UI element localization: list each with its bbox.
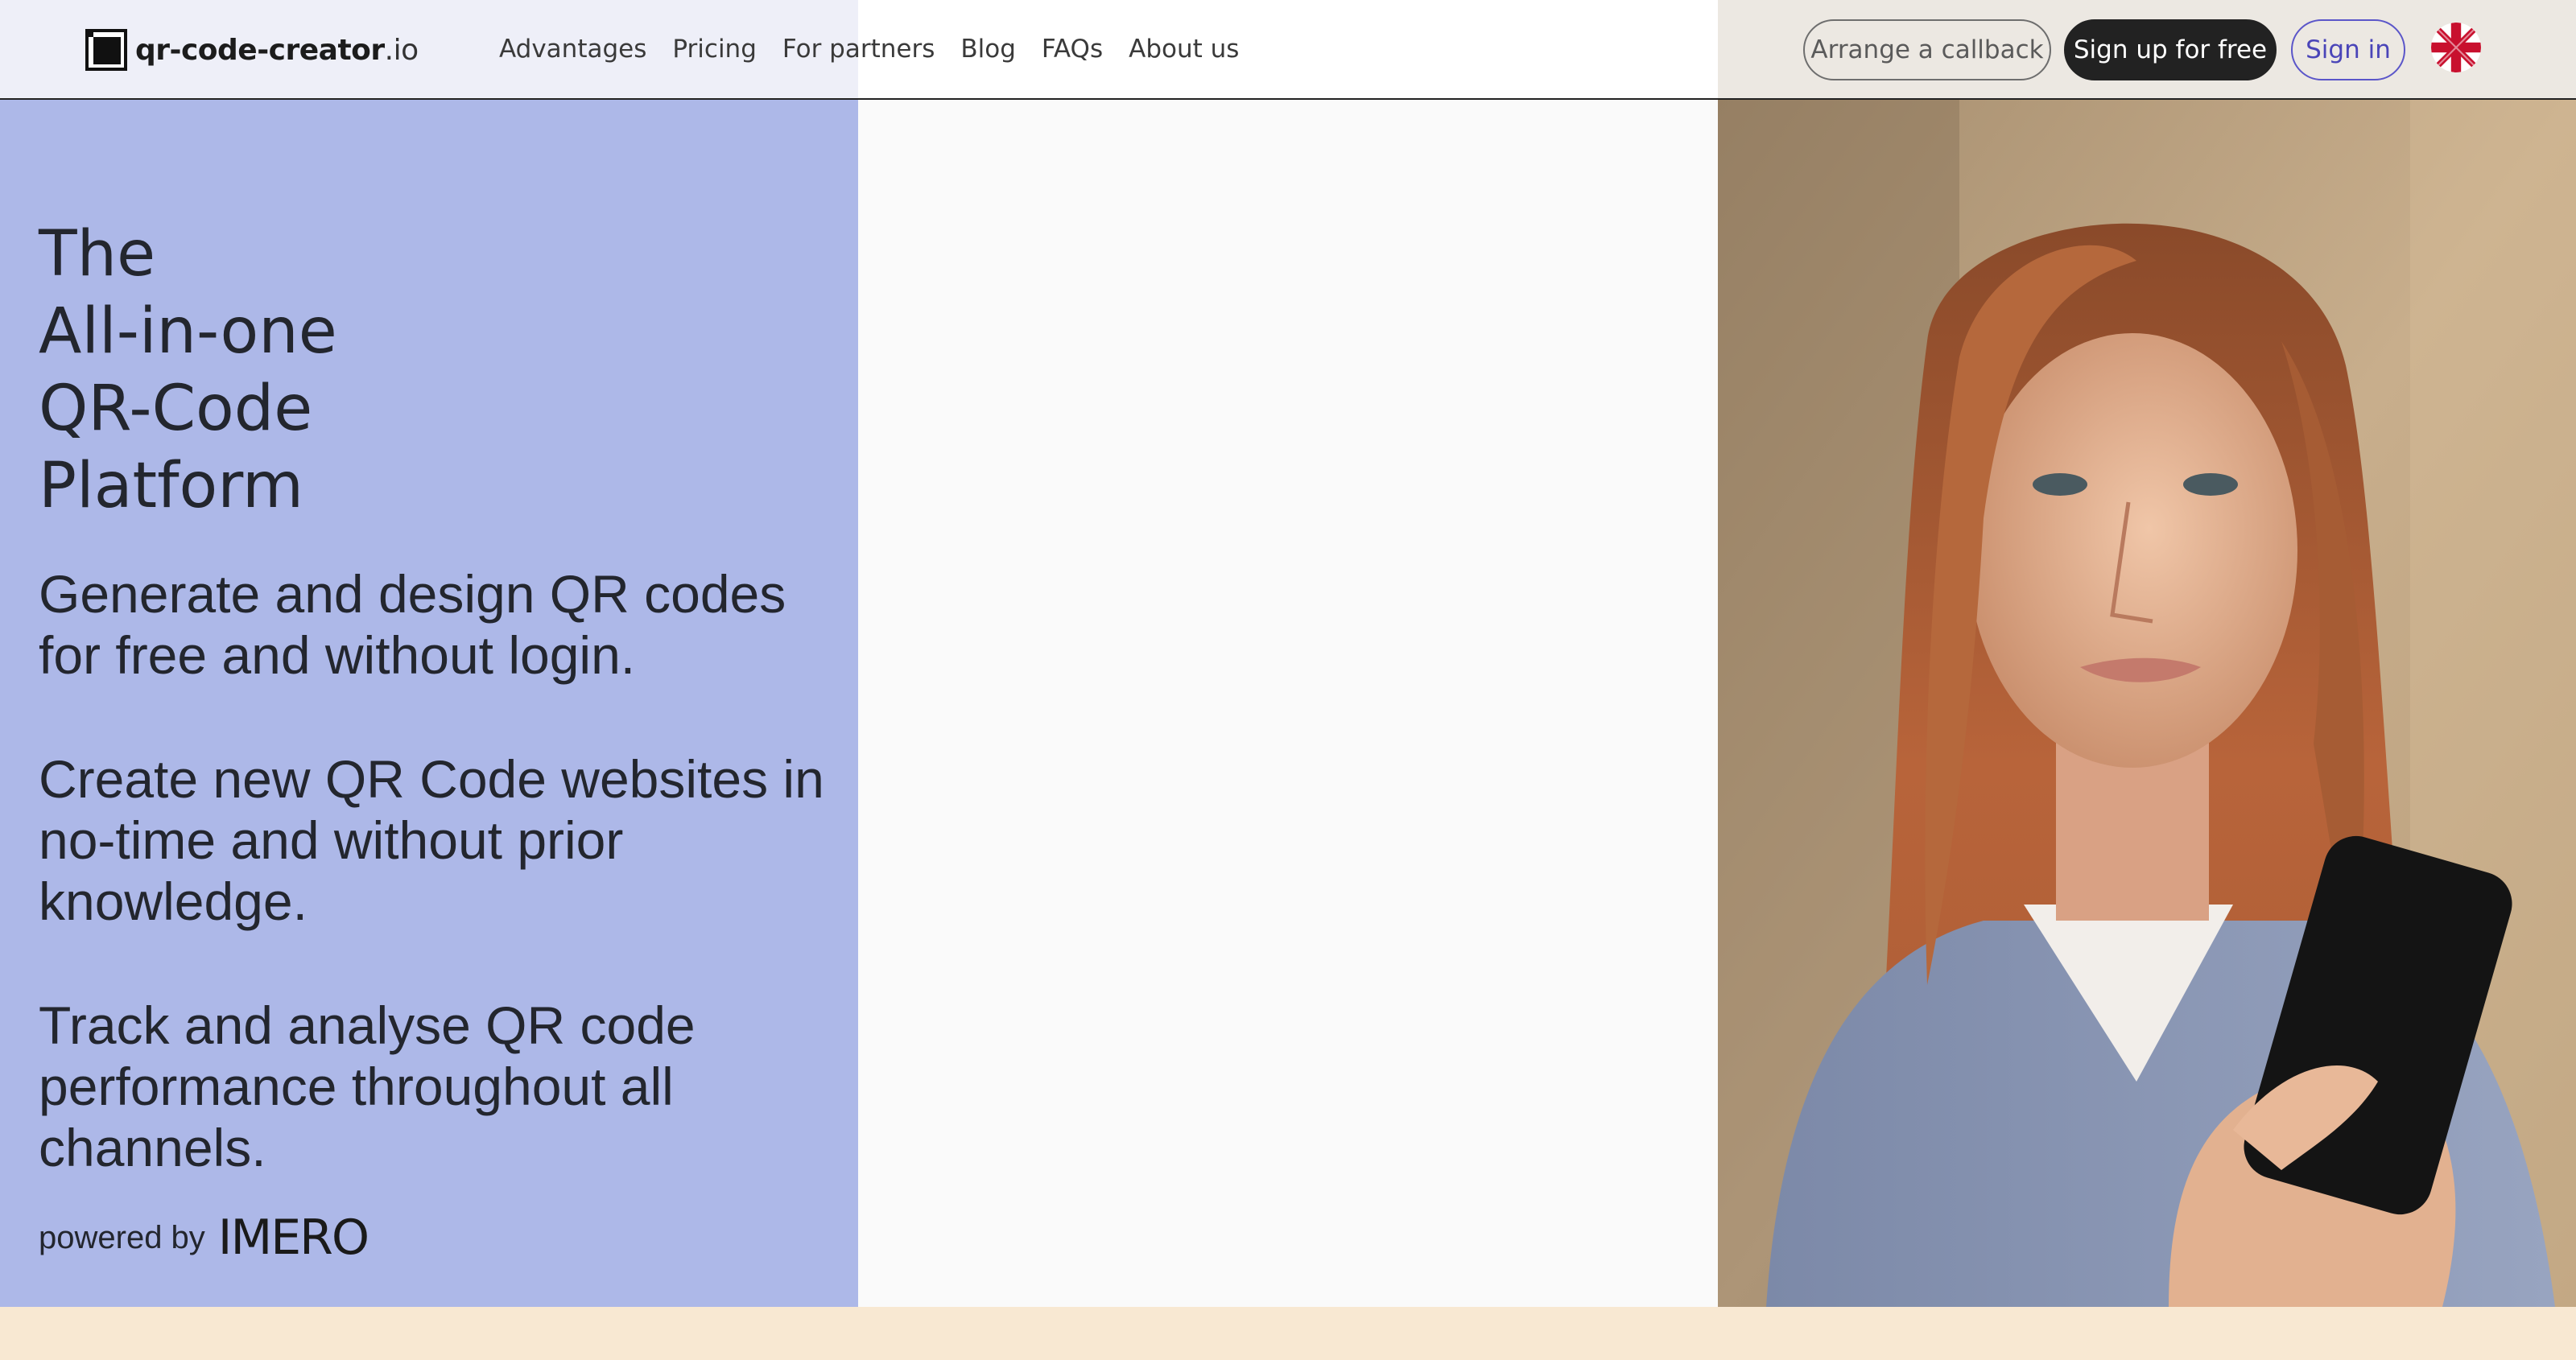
nav-link-faqs[interactable]: FAQs — [1042, 35, 1103, 64]
hero-title-line: Platform — [39, 450, 303, 522]
brand-name-suffix: .io — [384, 33, 419, 67]
imero-logo[interactable]: IMERO — [218, 1214, 369, 1262]
woman-with-phone-image — [1718, 100, 2576, 1307]
main-navigation: Advantages Pricing For partners Blog FAQ… — [499, 0, 1239, 98]
next-section-strip — [0, 1307, 2576, 1360]
hero-feature-generate: Generate and design QR codes for free an… — [39, 564, 786, 685]
nav-link-pricing[interactable]: Pricing — [672, 35, 757, 64]
sign-in-button[interactable]: Sign in — [2291, 19, 2405, 80]
powered-by-label: powered by — [39, 1219, 205, 1255]
hero-title-line: The — [39, 218, 156, 291]
hero-feature-websites: Create new QR Code websites in no-time a… — [39, 749, 824, 931]
hero-photo — [1718, 100, 2576, 1307]
powered-by: powered by IMERO — [39, 1214, 369, 1262]
brand-name: qr-code-creator.io — [135, 34, 419, 67]
brand-logo-link[interactable]: qr-code-creator.io — [85, 29, 419, 71]
hero-title-line: QR-Code — [39, 373, 313, 445]
nav-link-blog[interactable]: Blog — [960, 35, 1016, 64]
arrange-callback-button[interactable]: Arrange a callback — [1803, 19, 2051, 80]
top-navbar: qr-code-creator.io Advantages Pricing Fo… — [0, 0, 2576, 100]
nav-link-for-partners[interactable]: For partners — [782, 35, 935, 64]
sign-up-button[interactable]: Sign up for free — [2064, 19, 2277, 80]
nav-link-about-us[interactable]: About us — [1129, 35, 1239, 64]
nav-link-advantages[interactable]: Advantages — [499, 35, 646, 64]
hero-feature-tracking: Track and analyse QR code performance th… — [39, 995, 696, 1177]
uk-flag-icon[interactable] — [2431, 23, 2481, 72]
qr-logo-icon — [85, 29, 127, 71]
hero-title: The All-in-one QR-Code Platform — [39, 216, 337, 525]
brand-name-main: qr-code-creator — [135, 33, 385, 67]
hero-title-line: All-in-one — [39, 295, 337, 368]
hero-blank-panel — [858, 100, 1718, 1307]
